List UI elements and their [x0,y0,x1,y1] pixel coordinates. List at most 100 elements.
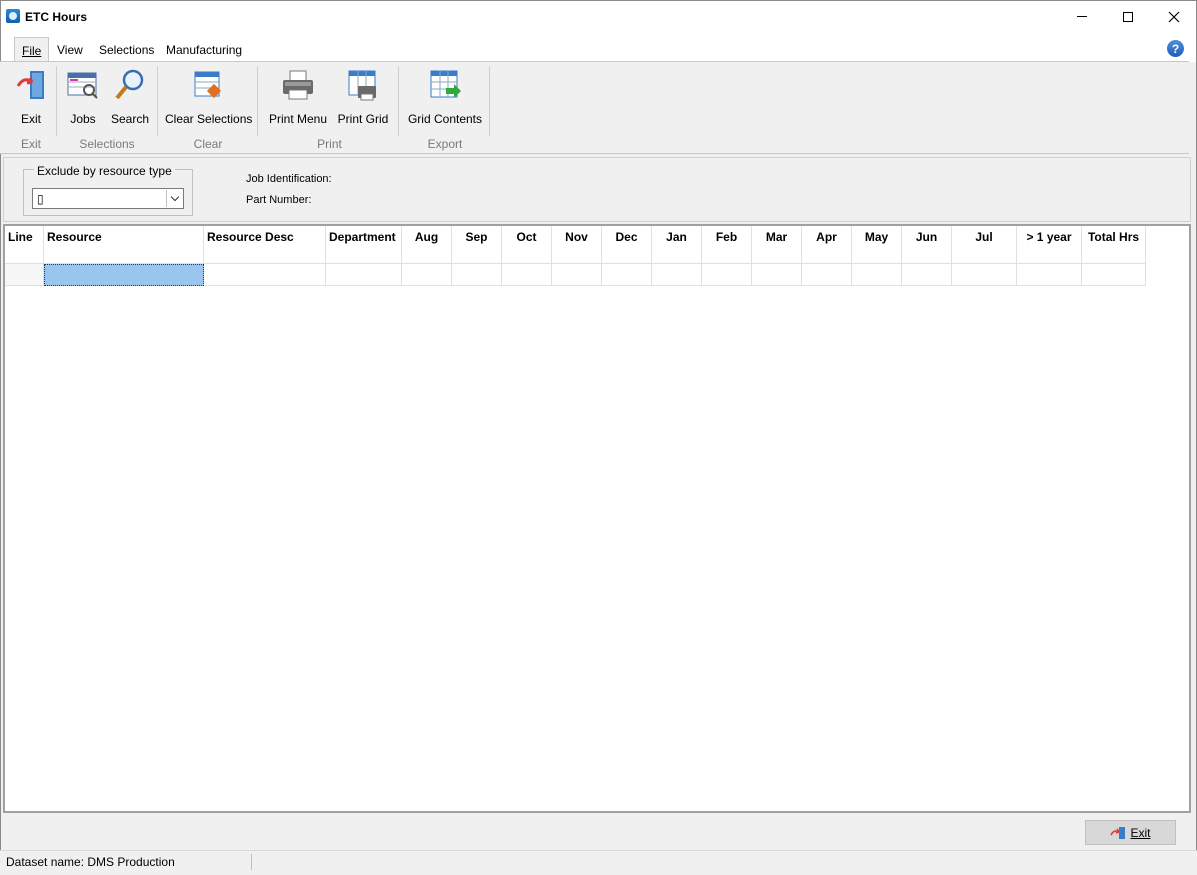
close-button[interactable] [1151,1,1197,32]
ribbon-clear-selections-button[interactable]: Clear Selections [165,66,253,126]
column-header-nov[interactable]: Nov [552,226,602,264]
export-grid-icon [430,70,461,98]
menu-bar: File View Selections Manufacturing [0,32,1197,62]
title-bar: ETC Hours [0,0,1197,32]
cell-feb[interactable] [702,264,752,286]
exclude-resource-type-group: Exclude by resource type ▯ [23,164,193,216]
column-header-dec[interactable]: Dec [602,226,652,264]
group-label-exit: Exit [20,137,41,151]
ribbon-print-menu-label: Print Menu [268,112,328,126]
column-header-apr[interactable]: Apr [802,226,852,264]
column-header-sep[interactable]: Sep [452,226,502,264]
ribbon-clear-selections-label: Clear Selections [165,112,253,126]
cell-dec[interactable] [602,264,652,286]
group-label-export: Export [427,137,463,151]
jobs-icon [67,72,98,99]
maximize-icon [1123,11,1133,22]
column-header-resource-desc[interactable]: Resource Desc [204,226,326,264]
group-label-clear: Clear [193,137,223,151]
cell-line[interactable] [5,264,44,286]
ribbon-grid-contents-button[interactable]: Grid Contents [405,66,485,126]
column-header-aug[interactable]: Aug [402,226,452,264]
footer-exit-button[interactable]: Exit [1085,820,1176,845]
footer-exit-label: Exit [1130,825,1151,840]
combo-dropdown-button[interactable] [166,190,182,207]
dataset-name-text: Dataset name: DMS Production [6,855,175,869]
cell-total-hrs[interactable] [1082,264,1146,286]
column-header-jul[interactable]: Jul [952,226,1017,264]
ribbon-exit-button[interactable]: Exit [10,66,52,126]
column-header-jun[interactable]: Jun [902,226,952,264]
printer-icon [283,70,313,100]
filter-panel: Exclude by resource type ▯ Job Identific… [3,157,1191,222]
cell-mar[interactable] [752,264,802,286]
cell-resource[interactable] [44,264,204,286]
cell-jun[interactable] [902,264,952,286]
cell-jan[interactable] [652,264,702,286]
ribbon-separator [56,66,57,136]
etc-hours-grid[interactable]: Line Resource Resource Desc Department A… [3,224,1191,813]
column-header-department[interactable]: Department [326,226,402,264]
column-header-line[interactable]: Line [5,226,44,264]
group-label-print: Print [317,137,342,151]
ribbon-jobs-button[interactable]: Jobs [62,66,104,126]
clear-selections-icon [194,71,222,99]
cell-jul[interactable] [952,264,1017,286]
column-header-oct[interactable]: Oct [502,226,552,264]
magnifier-icon [115,69,144,100]
cell-sep[interactable] [452,264,502,286]
exit-door-icon [16,71,44,99]
ribbon-search-button[interactable]: Search [108,66,152,126]
cell-department[interactable] [326,264,402,286]
part-number-label: Part Number: [246,194,312,206]
ribbon-search-label: Search [110,112,150,126]
tab-file[interactable]: File [14,37,50,62]
help-question-icon[interactable]: ? [1167,40,1184,57]
ribbon-grid-contents-label: Grid Contents [407,112,483,126]
ribbon-print-grid-label: Print Grid [337,112,389,126]
ribbon-jobs-label: Jobs [70,112,96,126]
column-header-total-hrs[interactable]: Total Hrs [1082,226,1146,264]
cell-over-1-year[interactable] [1017,264,1082,286]
cell-apr[interactable] [802,264,852,286]
tab-selections[interactable]: Selections [99,43,154,57]
chevron-down-icon [170,192,179,202]
cell-may[interactable] [852,264,902,286]
exit-icon [1110,826,1126,839]
exclude-resource-type-value: ▯ [37,192,44,206]
cell-resource-desc[interactable] [204,264,326,286]
print-grid-icon [348,70,376,101]
ribbon-separator [157,66,158,136]
ribbon: Exit Jobs Search Clear Selections Print … [0,62,1189,154]
cell-aug[interactable] [402,264,452,286]
ribbon-separator [257,66,258,136]
minimize-icon [1077,16,1087,17]
column-header-mar[interactable]: Mar [752,226,802,264]
tab-file-label: File [22,44,42,58]
column-header-over-1-year[interactable]: > 1 year [1017,226,1082,264]
column-header-jan[interactable]: Jan [652,226,702,264]
tab-manufacturing[interactable]: Manufacturing [166,43,242,57]
cell-nov[interactable] [552,264,602,286]
ribbon-separator [489,66,490,136]
maximize-button[interactable] [1105,1,1151,32]
app-icon [6,9,20,23]
window-title: ETC Hours [25,10,88,24]
ribbon-separator [398,66,399,136]
close-icon [1168,11,1180,22]
job-identification-label: Job Identification: [246,173,332,185]
exclude-resource-type-legend: Exclude by resource type [34,164,175,178]
status-separator [251,854,252,870]
ribbon-print-menu-button[interactable]: Print Menu [267,66,329,126]
column-header-resource[interactable]: Resource [44,226,204,264]
cell-oct[interactable] [502,264,552,286]
minimize-button[interactable] [1059,1,1105,32]
group-label-selections: Selections [79,137,135,151]
column-header-may[interactable]: May [852,226,902,264]
exclude-resource-type-select[interactable]: ▯ [32,188,184,209]
ribbon-print-grid-button[interactable]: Print Grid [334,66,392,126]
status-bar: Dataset name: DMS Production [0,850,1197,875]
tab-view[interactable]: View [57,43,83,57]
column-header-feb[interactable]: Feb [702,226,752,264]
ribbon-divider [0,153,1189,154]
